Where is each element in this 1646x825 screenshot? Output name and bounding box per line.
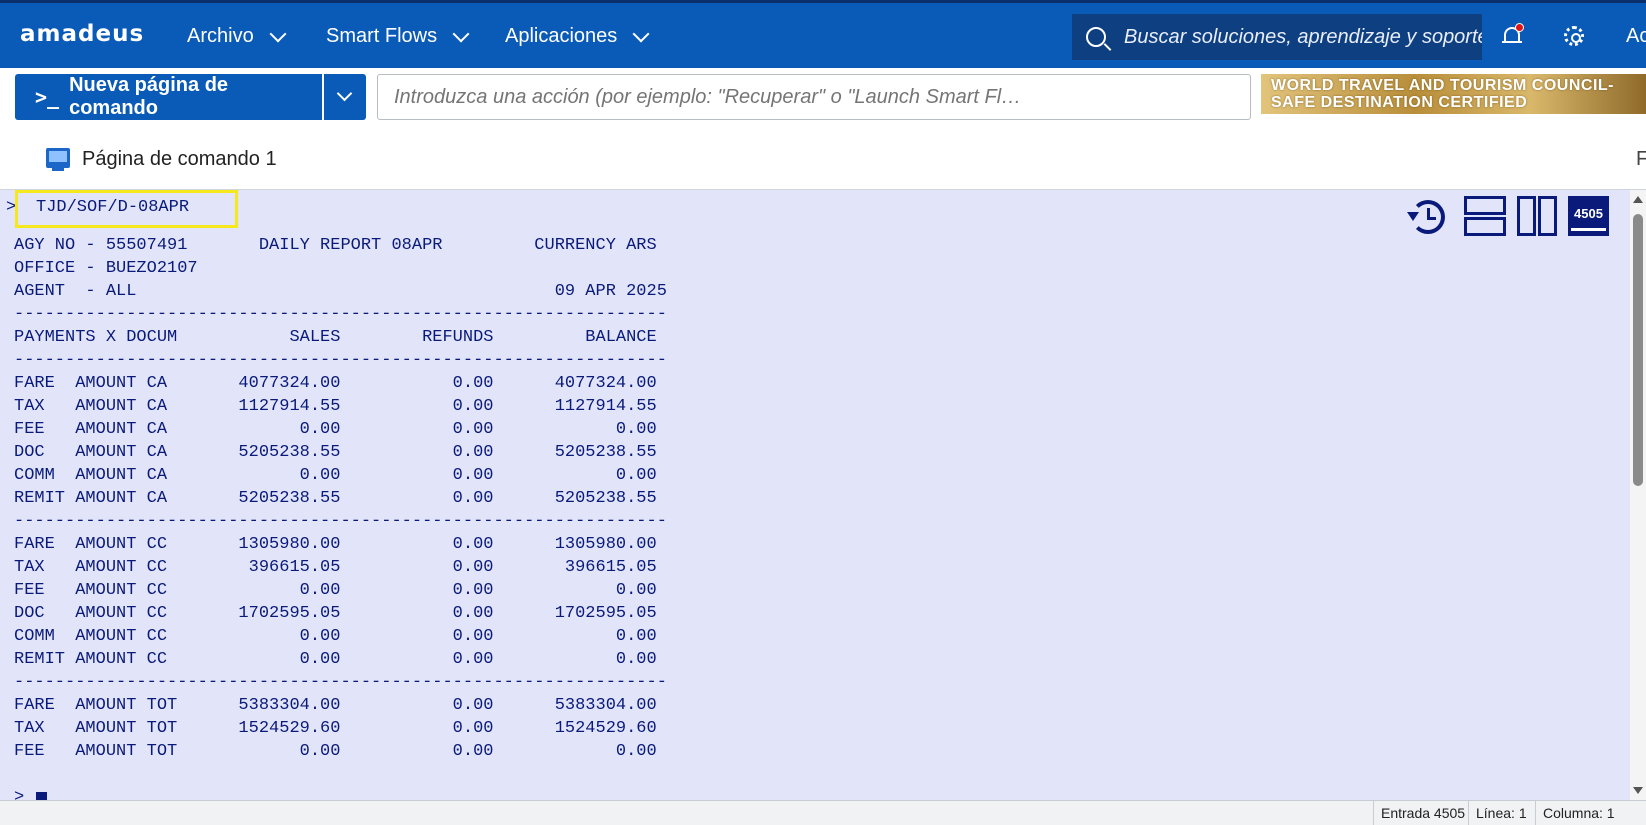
entry-number-badge[interactable]: 4505 xyxy=(1568,196,1609,236)
input-prompt: > xyxy=(14,788,25,800)
terminal-header-row: PAYMENTS X DOCUM SALES REFUNDS BALANCE xyxy=(14,328,657,347)
notifications-bell-icon[interactable] xyxy=(1502,23,1524,47)
terminal-prompt-icon: >_ xyxy=(35,85,60,109)
status-bar: Entrada 4505 Línea: 1 Columna: 1 xyxy=(0,800,1646,825)
menu-smart-flows[interactable]: Smart Flows xyxy=(326,25,470,48)
terminal-row: COMM AMOUNT CC 0.00 0.00 0.00 xyxy=(14,627,657,646)
account-menu[interactable]: Ac xyxy=(1626,25,1646,48)
search-placeholder: Buscar soluciones, aprendizaje y soporte xyxy=(1124,25,1482,48)
terminal-row: FARE AMOUNT TOT 5383304.00 0.00 5383304.… xyxy=(14,696,657,715)
scroll-thumb[interactable] xyxy=(1633,214,1643,486)
text-cursor[interactable] xyxy=(36,792,47,800)
status-entry: Entrada 4505 xyxy=(1373,801,1472,825)
terminal-row: FEE AMOUNT CC 0.00 0.00 0.00 xyxy=(14,581,657,600)
terminal-separator: ----------------------------------------… xyxy=(14,305,667,324)
cryptic-terminal[interactable]: > TJD/SOF/D-08APR 4505 AGY NO - 55507491… xyxy=(0,190,1630,800)
tab-right-clipped[interactable]: F xyxy=(1636,148,1646,171)
menu-aplicaciones[interactable]: Aplicaciones xyxy=(505,25,650,48)
terminal-line: OFFICE - BUEZO2107 xyxy=(14,259,198,278)
banner-line-2: SAFE DESTINATION CERTIFIED xyxy=(1271,94,1528,111)
menu-archivo[interactable]: Archivo xyxy=(187,25,287,48)
entered-command: TJD/SOF/D-08APR xyxy=(36,198,190,217)
terminal-row: FEE AMOUNT CA 0.00 0.00 0.00 xyxy=(14,420,657,439)
terminal-row: FEE AMOUNT TOT 0.00 0.00 0.00 xyxy=(14,742,657,761)
split-vertical-icon[interactable] xyxy=(1517,196,1559,236)
new-command-page-button[interactable]: >_ Nueva página de comando xyxy=(15,74,322,120)
notification-dot xyxy=(1515,23,1524,32)
history-icon[interactable] xyxy=(1407,196,1447,236)
terminal-row: DOC AMOUNT CC 1702595.05 0.00 1702595.05 xyxy=(14,604,657,623)
terminal-row: TAX AMOUNT TOT 1524529.60 0.00 1524529.6… xyxy=(14,719,657,738)
command-bar: >_ Nueva página de comando WORLD TRAVEL … xyxy=(0,68,1646,126)
global-search[interactable]: Buscar soluciones, aprendizaje y soporte xyxy=(1072,14,1482,60)
terminal-row: FARE AMOUNT CA 4077324.00 0.00 4077324.0… xyxy=(14,374,657,393)
split-horizontal-icon[interactable] xyxy=(1464,196,1506,236)
search-icon xyxy=(1086,27,1106,47)
new-command-dropdown-button[interactable] xyxy=(324,74,366,120)
top-navigation-bar: amadeus Archivo Smart Flows Aplicaciones… xyxy=(0,0,1646,68)
terminal-separator: ----------------------------------------… xyxy=(14,351,667,370)
chevron-down-icon xyxy=(452,25,470,42)
menu-archivo-label: Archivo xyxy=(187,25,254,47)
command-page-icon xyxy=(46,148,70,171)
terminal-row: TAX AMOUNT CA 1127914.55 0.00 1127914.55 xyxy=(14,397,657,416)
terminal-row: REMIT AMOUNT CA 5205238.55 0.00 5205238.… xyxy=(14,489,657,508)
scroll-up-arrow-icon[interactable] xyxy=(1633,196,1643,203)
terminal-separator: ----------------------------------------… xyxy=(14,673,667,692)
terminal-scrollbar[interactable] xyxy=(1630,190,1646,800)
command-page-tabs: Página de comando 1 F xyxy=(0,126,1646,190)
wttc-safe-destination-banner[interactable]: WORLD TRAVEL AND TOURISM COUNCIL- SAFE D… xyxy=(1261,74,1646,114)
terminal-line: AGENT - ALL 09 APR 2025 xyxy=(14,282,667,301)
terminal-separator: ----------------------------------------… xyxy=(14,512,667,531)
terminal-row: FARE AMOUNT CC 1305980.00 0.00 1305980.0… xyxy=(14,535,657,554)
scroll-down-arrow-icon[interactable] xyxy=(1633,787,1643,794)
terminal-row: REMIT AMOUNT CC 0.00 0.00 0.00 xyxy=(14,650,657,669)
entry-number: 4505 xyxy=(1574,206,1603,221)
chevron-down-icon xyxy=(632,25,650,42)
tab-command-page-1[interactable]: Página de comando 1 xyxy=(82,148,277,171)
terminal-row: DOC AMOUNT CA 5205238.55 0.00 5205238.55 xyxy=(14,443,657,462)
terminal-row: TAX AMOUNT CC 396615.05 0.00 396615.05 xyxy=(14,558,657,577)
chevron-down-icon xyxy=(336,85,353,102)
menu-aplicaciones-label: Aplicaciones xyxy=(505,25,618,47)
amadeus-logo[interactable]: amadeus xyxy=(20,21,144,47)
terminal-line: AGY NO - 55507491 DAILY REPORT 08APR CUR… xyxy=(14,236,657,255)
status-line: Línea: 1 xyxy=(1468,801,1534,825)
chevron-down-icon xyxy=(269,25,287,42)
menu-smart-flows-label: Smart Flows xyxy=(326,25,438,47)
settings-gear-icon[interactable] xyxy=(1564,26,1584,46)
status-column: Columna: 1 xyxy=(1535,801,1622,825)
new-command-page-label: Nueva página de comando xyxy=(69,74,229,119)
action-input[interactable] xyxy=(377,74,1251,120)
terminal-row: COMM AMOUNT CA 0.00 0.00 0.00 xyxy=(14,466,657,485)
banner-line-1: WORLD TRAVEL AND TOURISM COUNCIL- xyxy=(1271,77,1614,94)
